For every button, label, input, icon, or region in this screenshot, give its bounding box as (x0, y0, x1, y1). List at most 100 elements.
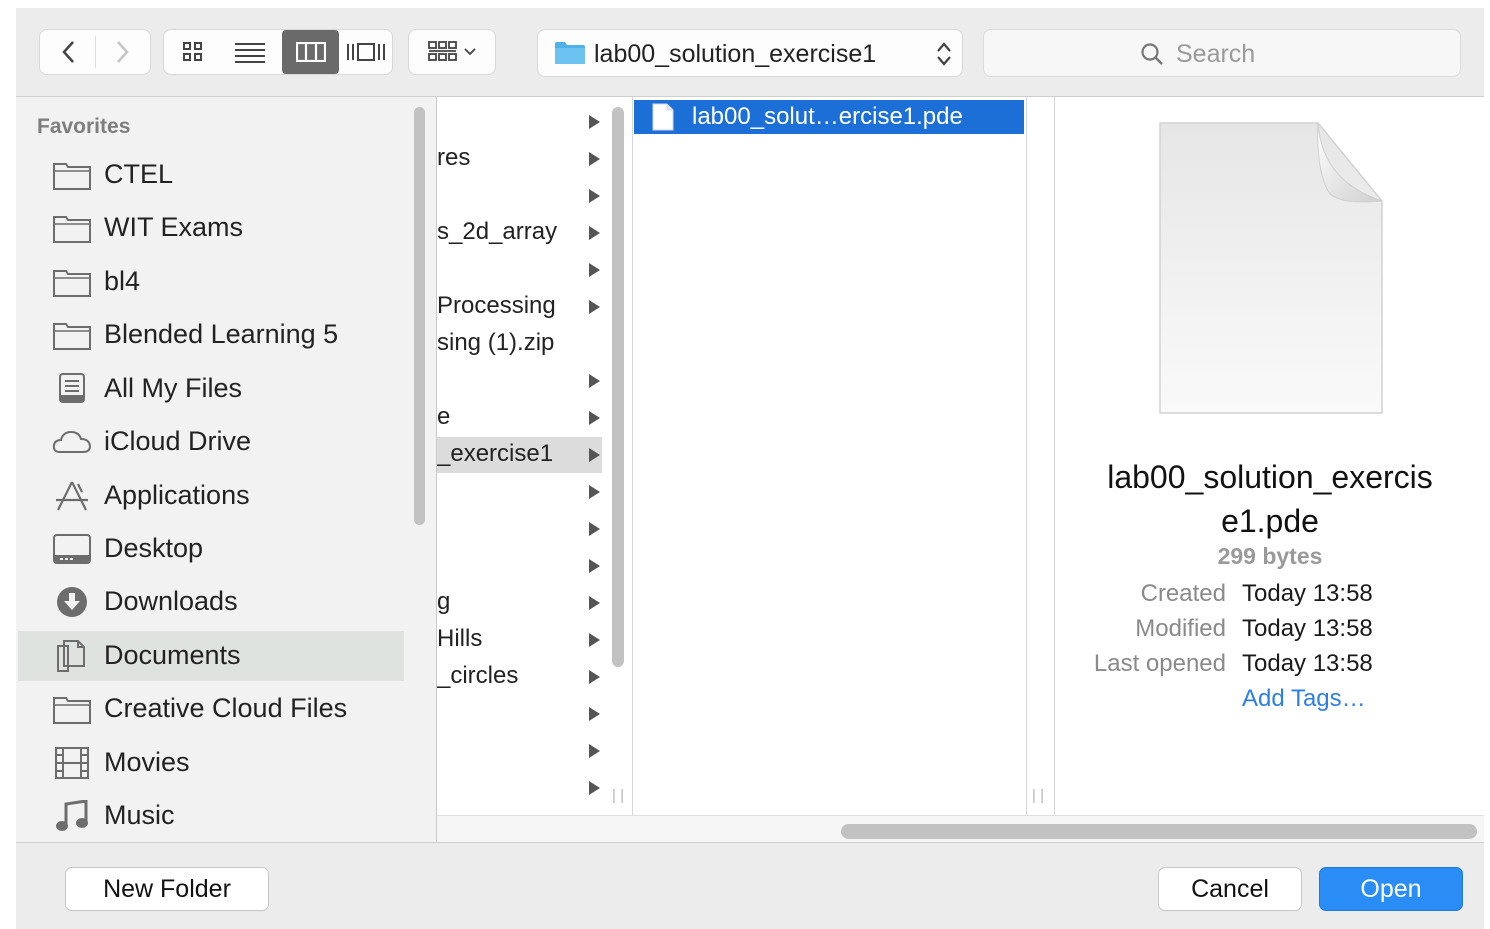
list-item[interactable]: res (437, 141, 602, 177)
icon-view-icon[interactable] (164, 30, 221, 74)
arrange-button[interactable] (409, 30, 495, 74)
sidebar-item-label: WIT Exams (104, 212, 244, 242)
back-forward-group (40, 30, 150, 74)
sidebar-item-documents[interactable]: Documents (18, 631, 404, 681)
disclosure-arrow-icon (589, 707, 600, 721)
list-item[interactable]: e (437, 400, 602, 436)
list-item[interactable]: _circles (437, 659, 602, 695)
arrange-icon (409, 30, 495, 74)
list-item[interactable]: Hills (437, 622, 602, 658)
sidebar-item-icloud-drive[interactable]: iCloud Drive (18, 417, 404, 467)
movies-icon (55, 747, 89, 779)
sidebar-item-music[interactable]: Music (18, 791, 404, 841)
add-tags-link[interactable]: Add Tags… (1242, 685, 1366, 713)
sidebar-item-label: Music (104, 800, 175, 830)
list-item[interactable]: s_2d_array (437, 215, 602, 251)
toolbar: lab00_solution_exercise1 Search (16, 8, 1484, 96)
column-resize-handle[interactable]: | | (612, 787, 624, 804)
sidebar-item-all-my-files[interactable]: All My Files (18, 364, 404, 414)
list-item[interactable]: sing (1).zip (437, 326, 602, 362)
sidebar-item-label: Movies (104, 747, 190, 777)
list-item[interactable] (437, 770, 602, 806)
horizontal-scroll-track (437, 815, 1484, 844)
sidebar-item-label: Downloads (104, 586, 238, 616)
new-folder-button[interactable]: New Folder (66, 868, 268, 910)
open-button[interactable]: Open (1320, 868, 1462, 910)
folder-icon (53, 216, 91, 243)
desktop-icon (53, 534, 91, 564)
search-placeholder: Search (1176, 40, 1256, 68)
sidebar-item-label: CTEL (104, 159, 174, 189)
column-divider (1026, 97, 1027, 815)
column-view-icon[interactable] (282, 30, 339, 74)
column-divider (632, 97, 633, 815)
sidebar-scrollbar[interactable] (414, 107, 425, 525)
column-current: lab00_solut…ercise1.pde (634, 97, 1026, 815)
list-item[interactable] (437, 363, 602, 399)
path-label: lab00_solution_exercise1 (594, 40, 877, 68)
list-item[interactable] (437, 548, 602, 584)
disclosure-arrow-icon (589, 115, 600, 129)
up-down-chevron-icon (937, 42, 951, 66)
meta-created-label: Created (1140, 580, 1226, 607)
sidebar-item-label: Creative Cloud Files (104, 693, 348, 723)
list-item[interactable] (437, 252, 602, 288)
search-field[interactable]: Search (984, 30, 1460, 76)
preview-file-size: 299 bytes (1217, 543, 1323, 569)
sidebar-item-creative-cloud-files[interactable]: Creative Cloud Files (18, 684, 404, 734)
column-scrollbar[interactable] (612, 107, 624, 667)
list-item[interactable] (437, 474, 602, 510)
meta-modified-label: Modified (1135, 615, 1226, 642)
disclosure-arrow-icon (589, 670, 600, 684)
list-item[interactable]: Processing (437, 289, 602, 325)
document-preview-icon (1159, 122, 1383, 414)
list-item-selected[interactable]: _exercise1 (437, 437, 602, 473)
preview-pane: lab00_solution_exercis e1.pde 299 bytes … (1056, 97, 1484, 815)
folder-icon (555, 42, 585, 64)
cover-flow-icon[interactable] (339, 30, 392, 74)
disclosure-arrow-icon (589, 189, 600, 203)
sidebar-item-movies[interactable]: Movies (18, 738, 404, 788)
meta-last-opened-label: Last opened (1093, 650, 1226, 677)
applications-icon (56, 481, 88, 511)
sidebar-item-label: Blended Learning 5 (104, 319, 339, 349)
music-icon (56, 800, 88, 831)
list-item[interactable]: g (437, 585, 602, 621)
disclosure-arrow-icon (589, 263, 600, 277)
sidebar-item-ctel[interactable]: CTEL (18, 150, 404, 200)
sidebar-item-desktop[interactable]: Desktop (18, 524, 404, 574)
all-files-icon (59, 373, 85, 403)
list-item[interactable] (437, 733, 602, 769)
sidebar-item-bl4[interactable]: bl4 (18, 257, 404, 307)
document-icon (652, 103, 674, 131)
path-popup[interactable]: lab00_solution_exercise1 (538, 30, 962, 76)
chevron-right-icon[interactable] (95, 30, 150, 74)
horizontal-scrollbar[interactable] (841, 824, 1477, 839)
disclosure-arrow-icon (589, 596, 600, 610)
list-item[interactable] (437, 104, 602, 140)
cancel-button[interactable]: Cancel (1159, 868, 1301, 910)
browser-area: Favorites CTEL WIT Exams bl4 Blended Lea… (16, 96, 1484, 844)
disclosure-arrow-icon (589, 781, 600, 795)
cloud-icon (52, 430, 92, 453)
sidebar-item-label: bl4 (104, 266, 141, 296)
list-item[interactable] (437, 696, 602, 732)
sidebar-item-downloads[interactable]: Downloads (18, 577, 404, 627)
sidebar-item-wit-exams[interactable]: WIT Exams (18, 203, 404, 253)
disclosure-arrow-icon (589, 411, 600, 425)
sidebar-item-label: iCloud Drive (104, 426, 252, 456)
sidebar-item-label: Documents (104, 640, 241, 670)
sidebar-item-applications[interactable]: Applications (18, 471, 404, 521)
file-row-selected[interactable]: lab00_solut…ercise1.pde (634, 100, 1024, 134)
list-view-icon[interactable] (221, 30, 278, 74)
view-mode-group (164, 30, 392, 74)
list-item[interactable] (437, 511, 602, 547)
disclosure-arrow-icon (589, 300, 600, 314)
sidebar-item-blended-learning-5[interactable]: Blended Learning 5 (18, 310, 404, 360)
folder-icon (53, 323, 91, 350)
column-divider (1054, 97, 1055, 815)
search-icon (1141, 43, 1163, 65)
chevron-left-icon[interactable] (40, 30, 95, 74)
list-item[interactable] (437, 178, 602, 214)
column-resize-handle[interactable]: | | (1032, 787, 1044, 804)
